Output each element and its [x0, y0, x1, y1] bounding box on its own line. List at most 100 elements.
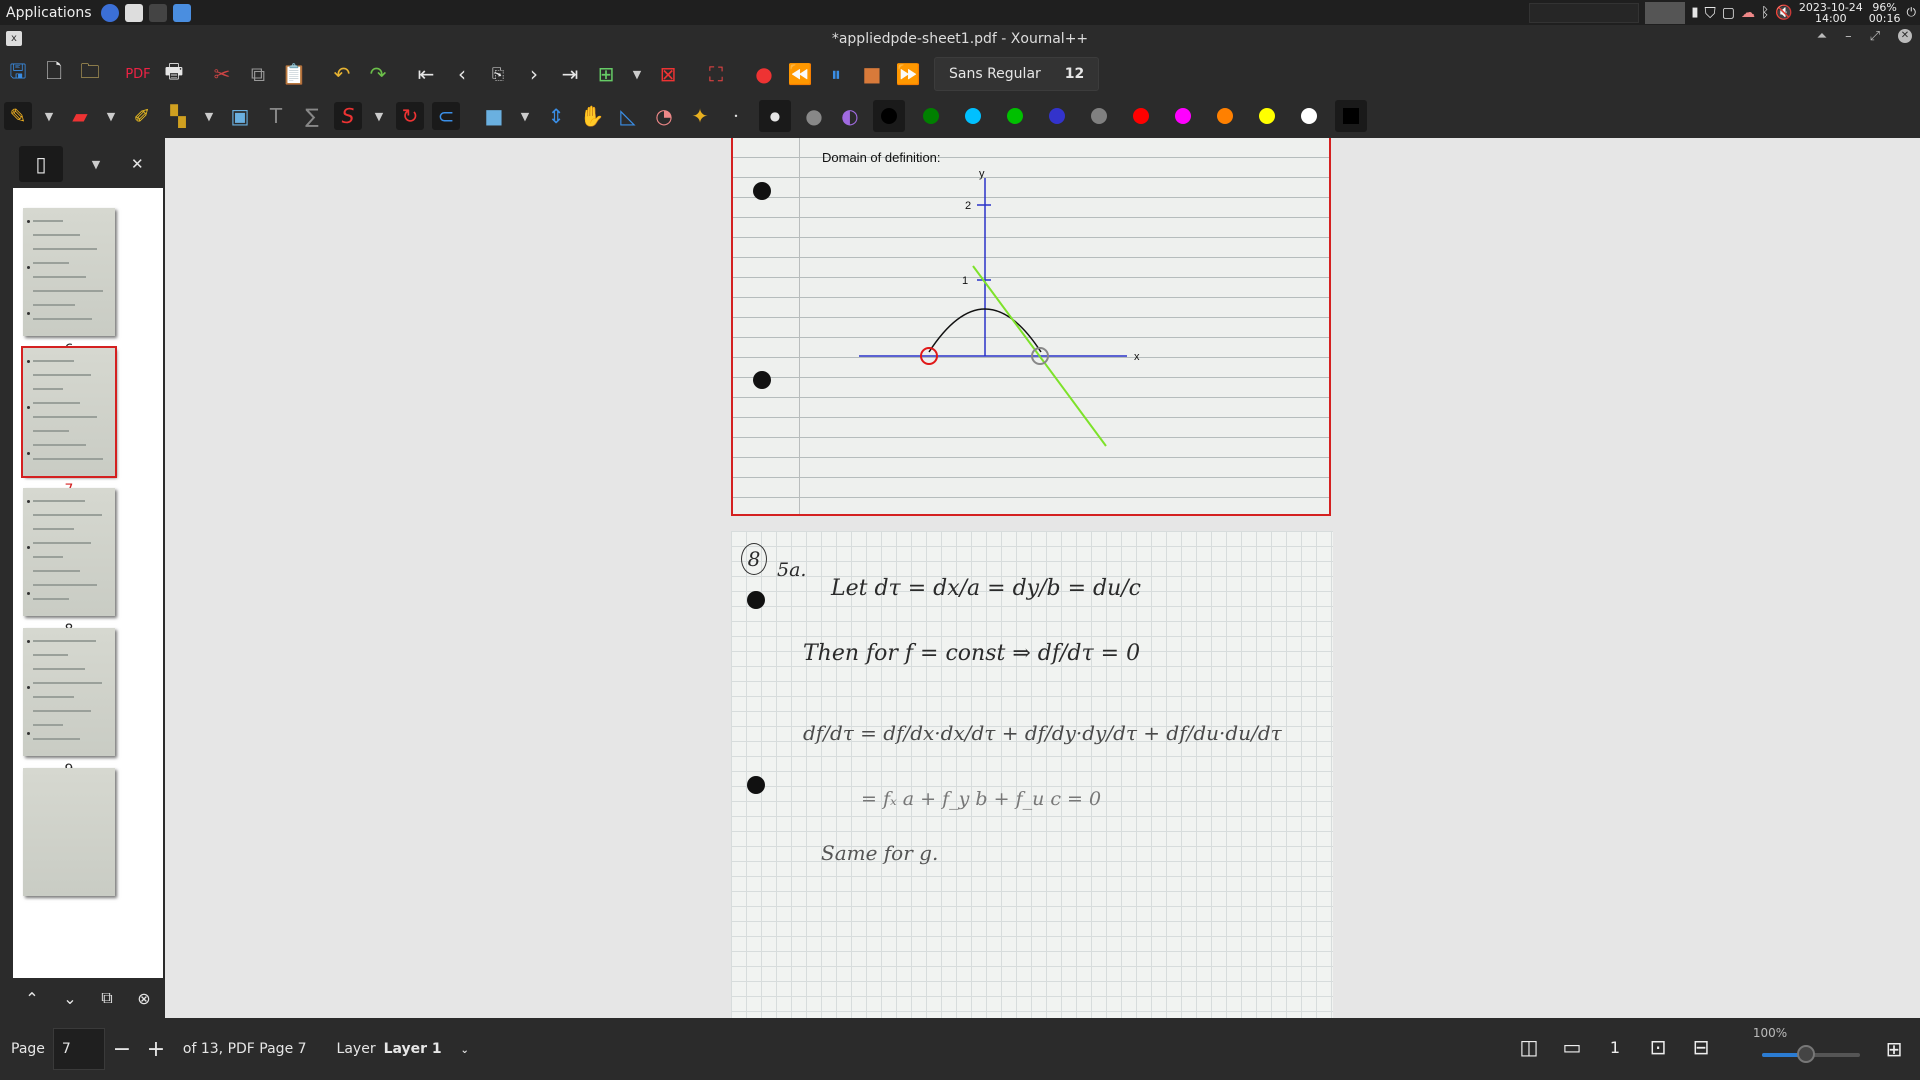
color-orange-swatch[interactable]	[1217, 108, 1233, 124]
page-increment-button[interactable]: +	[139, 1028, 173, 1070]
color-blue-swatch[interactable]	[1049, 108, 1065, 124]
minimize-icon[interactable]: –	[1845, 29, 1852, 44]
background-tool-icon[interactable]: ■	[480, 102, 508, 130]
color-white-swatch[interactable]	[1301, 108, 1317, 124]
eraser-tool-icon[interactable]: ▰	[66, 102, 94, 130]
xournal-launcher-icon[interactable]	[124, 3, 143, 22]
delete-page-sidebar-icon[interactable]: ⊗	[137, 989, 150, 1008]
snapping-icon[interactable]: ⊂	[432, 102, 460, 130]
export-pdf-icon[interactable]: PDF	[124, 60, 152, 88]
page-preview-icon[interactable]: ▯	[19, 146, 63, 182]
select-dropdown-icon[interactable]: ▼	[202, 110, 216, 123]
document-canvas[interactable]: Domain of definition: y x 2 1 8 5a. Let …	[165, 138, 1920, 1018]
power-icon[interactable]: ⏻	[1907, 5, 1917, 20]
shield-icon[interactable]: ⛉	[1705, 4, 1716, 22]
set-square-icon[interactable]: ◺	[614, 102, 642, 130]
pause-icon[interactable]: ⏸	[822, 60, 850, 88]
active-window-icon[interactable]	[1645, 1, 1686, 24]
select-region-icon[interactable]: ▚	[164, 102, 192, 130]
presentation-view-icon[interactable]: ▭	[1558, 1033, 1586, 1061]
delete-page-icon[interactable]: ⊠	[654, 60, 682, 88]
page-7[interactable]: Domain of definition: y x 2 1	[731, 138, 1331, 516]
new-document-icon[interactable]: 🗋	[40, 59, 68, 88]
background-dropdown-icon[interactable]: ▼	[518, 110, 532, 123]
pen-dropdown-icon[interactable]: ▼	[42, 110, 56, 123]
hand-tool-icon[interactable]: ✋	[578, 102, 606, 130]
move-page-down-icon[interactable]: ⌄	[63, 989, 76, 1008]
fullscreen-icon[interactable]: ⛶	[702, 60, 730, 88]
page-thumbnail[interactable]	[23, 768, 115, 896]
maximize-icon[interactable]: ⤢	[1870, 29, 1880, 44]
custom-color-button[interactable]	[1335, 100, 1367, 132]
clipboard-icon[interactable]: ▢	[1722, 5, 1735, 21]
font-selector-button[interactable]: Sans Regular 12	[934, 57, 1100, 91]
cut-icon[interactable]: ✂	[208, 60, 236, 88]
undo-icon[interactable]: ↶	[328, 60, 356, 88]
shape-recognizer-icon[interactable]: ↻	[396, 102, 424, 130]
fill-tool-icon[interactable]: ✦	[686, 102, 714, 130]
color-picker-icon[interactable]: ◐	[836, 102, 864, 130]
move-page-up-icon[interactable]: ⌃	[25, 989, 38, 1008]
last-page-icon[interactable]: ⇥	[556, 60, 584, 88]
color-magenta-swatch[interactable]	[1175, 108, 1191, 124]
two-pages-view-icon[interactable]: ◫	[1515, 1033, 1543, 1061]
record-icon[interactable]: ●	[750, 60, 778, 88]
zoom-100-icon[interactable]: 1	[1601, 1033, 1629, 1061]
compass-icon[interactable]: ◔	[650, 102, 678, 130]
layer-select[interactable]: Layer 1 ⌄	[384, 1041, 469, 1057]
page-8[interactable]: 8 5a. Let dτ = dx/a = dy/b = du/c Then f…	[731, 531, 1333, 1018]
insert-page-icon[interactable]: ⊞	[592, 60, 620, 88]
image-tool-icon[interactable]: ▣	[226, 102, 254, 130]
weather-icon[interactable]: ☁	[1741, 5, 1755, 21]
previous-page-icon[interactable]: ‹	[448, 60, 476, 88]
terminal-launcher-icon[interactable]	[148, 3, 167, 22]
color-black-button[interactable]	[873, 100, 905, 132]
close-sidebar-icon[interactable]: ✕	[131, 155, 144, 173]
rewind-icon[interactable]: ⏪	[786, 60, 814, 88]
print-icon[interactable]: 🖶	[160, 59, 188, 88]
ruler-shape-icon[interactable]: S	[334, 102, 362, 130]
color-red-swatch[interactable]	[1133, 108, 1149, 124]
first-page-icon[interactable]: ⇤	[412, 60, 440, 88]
copy-icon[interactable]: ⧉	[244, 60, 272, 88]
browser-launcher-icon[interactable]	[100, 3, 119, 22]
insert-page-dropdown-icon[interactable]: ▼	[630, 68, 644, 81]
medium-line-button[interactable]: ●	[759, 100, 791, 132]
thick-line-icon[interactable]: ●	[800, 102, 828, 130]
highlighter-tool-icon[interactable]: ✐	[128, 102, 156, 130]
text-tool-icon[interactable]: T	[262, 102, 290, 130]
color-lightblue-swatch[interactable]	[965, 108, 981, 124]
thin-line-icon[interactable]: •	[722, 102, 750, 130]
volume-muted-icon[interactable]: 🔇	[1775, 5, 1792, 21]
color-lime-swatch[interactable]	[1007, 108, 1023, 124]
battery-indicator[interactable]: 96% 00:16	[1869, 2, 1901, 24]
close-window-icon[interactable]: ✕	[1898, 29, 1912, 43]
redo-icon[interactable]: ↷	[364, 60, 392, 88]
color-gray-swatch[interactable]	[1091, 108, 1107, 124]
clock[interactable]: 2023-10-24 14:00	[1799, 2, 1863, 24]
page-thumbnail[interactable]: 8	[23, 488, 115, 638]
shape-dropdown-icon[interactable]: ▼	[372, 110, 386, 123]
paste-icon[interactable]: 📋	[280, 60, 308, 88]
open-file-icon[interactable]: 🗀	[76, 59, 104, 88]
save-icon[interactable]: 🖫	[4, 59, 32, 88]
copy-page-icon[interactable]: ⧉	[101, 988, 112, 1008]
color-yellow-swatch[interactable]	[1259, 108, 1275, 124]
files-launcher-icon[interactable]	[172, 3, 191, 22]
bluetooth-icon[interactable]: ᛒ	[1761, 5, 1769, 21]
applications-menu[interactable]: Applications	[0, 5, 98, 21]
page-thumbnail[interactable]: 9	[23, 628, 115, 778]
zoom-fit-icon[interactable]: ⊡	[1644, 1033, 1672, 1061]
page-decrement-button[interactable]: −	[105, 1028, 139, 1070]
vertical-space-icon[interactable]: ⇕	[542, 102, 570, 130]
zoom-slider-handle[interactable]	[1797, 1045, 1815, 1063]
goto-page-icon[interactable]: ⎘	[484, 60, 512, 88]
page-thumbnail[interactable]: 6	[23, 208, 115, 358]
sidebar-mode-dropdown-icon[interactable]: ▼	[89, 158, 103, 171]
fast-forward-icon[interactable]: ⏩	[894, 60, 922, 88]
next-page-icon[interactable]: ›	[520, 60, 548, 88]
pen-tool-icon[interactable]: ✎	[4, 102, 32, 130]
zoom-in-icon[interactable]: ⊞	[1880, 1035, 1908, 1063]
stop-icon[interactable]: ■	[858, 60, 886, 88]
eraser-dropdown-icon[interactable]: ▼	[104, 110, 118, 123]
